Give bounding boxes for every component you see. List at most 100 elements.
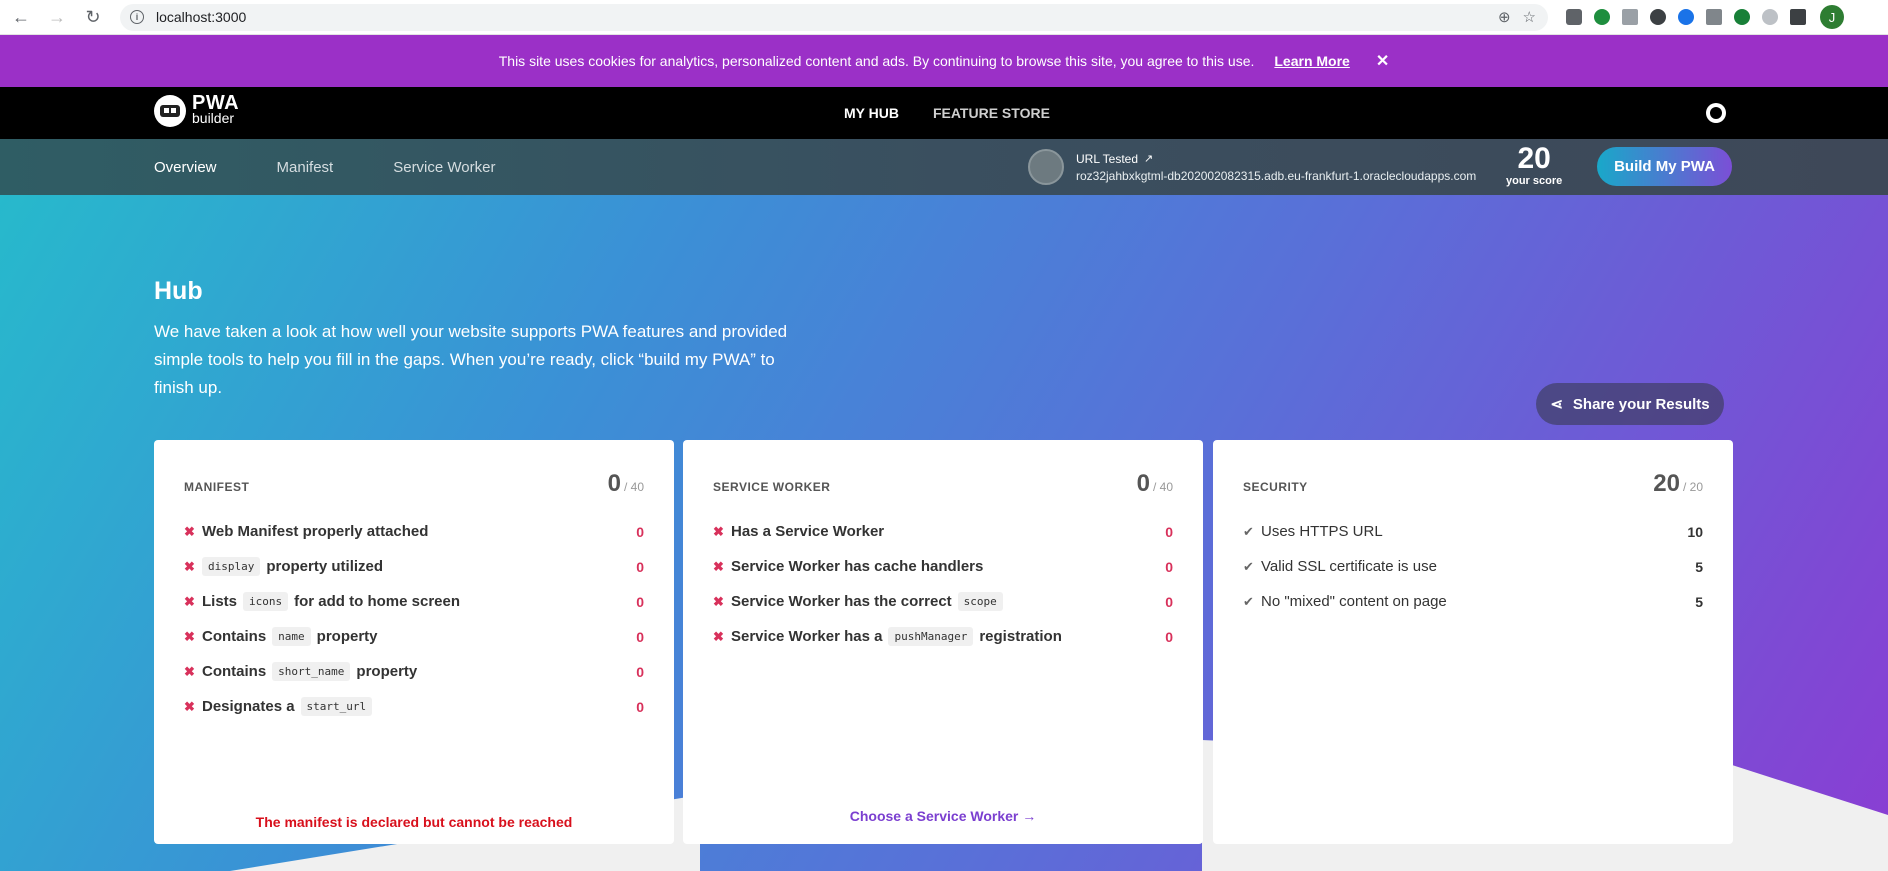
- item-text: No "mixed" content on page: [1261, 593, 1447, 610]
- extension-icon[interactable]: [1734, 9, 1750, 25]
- url-tested-label: URL Tested: [1076, 151, 1139, 166]
- logo-icon: [154, 95, 186, 127]
- item-text: registration: [979, 628, 1062, 645]
- check-icon: ✔: [1243, 558, 1254, 574]
- extension-icon[interactable]: [1594, 9, 1610, 25]
- list-item: ✖ Service Worker has a pushManager registra…: [713, 619, 1173, 654]
- item-text: property: [316, 628, 378, 645]
- fail-icon: ✖: [184, 558, 195, 574]
- list-item: ✖ Contains name property 0: [184, 619, 644, 654]
- info-icon[interactable]: i: [130, 10, 144, 24]
- item-text: property: [356, 663, 418, 680]
- extension-icon[interactable]: [1622, 9, 1638, 25]
- forward-icon[interactable]: →: [42, 2, 72, 32]
- github-icon[interactable]: [1706, 103, 1726, 123]
- tab-overview[interactable]: Overview: [154, 159, 217, 176]
- item-points: 0: [636, 628, 644, 645]
- reload-icon[interactable]: ↻: [78, 2, 108, 32]
- item-text: Lists: [202, 593, 238, 610]
- list-item: ✔ No "mixed" content on page 5: [1243, 584, 1703, 619]
- item-points: 0: [636, 663, 644, 680]
- service-worker-checklist: ✖ Has a Service Worker 0 ✖ Service Worker ha…: [713, 514, 1173, 654]
- item-text: property utilized: [266, 558, 384, 575]
- tab-manifest[interactable]: Manifest: [277, 159, 334, 176]
- learn-more-link[interactable]: Learn More: [1274, 53, 1349, 69]
- site-thumbnail: [1028, 149, 1064, 185]
- list-item: ✖ Designates a start_url 0: [184, 689, 644, 724]
- share-results-label: Share your Results: [1572, 395, 1710, 413]
- item-points: 10: [1687, 523, 1703, 540]
- extension-icons: [1566, 9, 1806, 25]
- card-score: 0/ 40: [607, 470, 644, 497]
- url-tested-value: roz32jahbxkgtml-db202002082315.adb.eu-fr…: [1076, 168, 1477, 183]
- fail-icon: ✖: [184, 628, 195, 644]
- extension-icon[interactable]: [1706, 9, 1722, 25]
- item-text: Valid SSL certificate is use: [1261, 558, 1437, 575]
- build-my-pwa-button[interactable]: Build My PWA: [1597, 147, 1732, 186]
- check-icon: ✔: [1243, 593, 1254, 609]
- item-points: 5: [1695, 593, 1703, 610]
- item-code: display: [202, 557, 261, 576]
- security-card: SECURITY 20/ 20 ✔ Uses HTTPS URL 10 ✔ Valid …: [1213, 440, 1733, 844]
- extension-icon[interactable]: [1650, 9, 1666, 25]
- pwa-builder-logo[interactable]: PWA builder: [154, 93, 239, 127]
- item-text: Has a Service Worker: [731, 523, 885, 540]
- your-score: 20 your score: [1506, 142, 1563, 188]
- fail-icon: ✖: [184, 593, 195, 609]
- nav-my-hub[interactable]: MY HUB: [844, 105, 899, 121]
- item-text: Service Worker has the correct: [731, 593, 952, 610]
- item-text: Contains: [202, 628, 267, 645]
- address-bar[interactable]: i localhost:3000 ⊕ ☆: [120, 3, 1548, 31]
- list-item: ✖ Has a Service Worker 0: [713, 514, 1173, 549]
- extension-icon[interactable]: [1762, 9, 1778, 25]
- close-icon[interactable]: ✕: [1376, 51, 1389, 71]
- item-text: Contains: [202, 663, 267, 680]
- back-icon[interactable]: ←: [6, 2, 36, 32]
- list-item: ✖ Web Manifest properly attached 0: [184, 514, 644, 549]
- item-code: short_name: [272, 662, 351, 681]
- item-points: 0: [636, 593, 644, 610]
- item-text: Service Worker has cache handlers: [731, 558, 984, 575]
- fail-icon: ✖: [184, 698, 195, 714]
- manifest-error-message: The manifest is declared but cannot be r…: [255, 814, 573, 830]
- list-item: ✖ Service Worker has cache handlers 0: [713, 549, 1173, 584]
- fail-icon: ✖: [713, 593, 724, 609]
- zoom-icon[interactable]: ⊕: [1498, 8, 1511, 26]
- tab-service-worker[interactable]: Service Worker: [393, 159, 495, 176]
- url-text: localhost:3000: [156, 9, 247, 25]
- share-results-button[interactable]: ⋖ Share your Results: [1536, 383, 1724, 425]
- fail-icon: ✖: [713, 628, 724, 644]
- hub-description: We have taken a look at how well your we…: [154, 322, 788, 397]
- item-code: icons: [243, 592, 289, 611]
- extension-icon[interactable]: [1566, 9, 1582, 25]
- card-title: MANIFEST: [184, 480, 250, 494]
- score-label: your score: [1506, 175, 1563, 187]
- card-title: SECURITY: [1243, 480, 1308, 494]
- list-item: ✔ Valid SSL certificate is use 5: [1243, 549, 1703, 584]
- extension-icon[interactable]: [1790, 9, 1806, 25]
- check-icon: ✔: [1243, 523, 1254, 539]
- item-text: Designates a: [202, 698, 295, 715]
- item-text: for add to home screen: [294, 593, 461, 610]
- choose-service-worker-link[interactable]: Choose a Service Worker →: [683, 808, 1203, 824]
- profile-avatar[interactable]: J: [1820, 5, 1844, 29]
- logo-text-bottom: builder: [192, 110, 235, 126]
- browser-toolbar: ← → ↻ i localhost:3000 ⊕ ☆ J: [0, 0, 1888, 35]
- card-score: 20/ 20: [1653, 470, 1703, 497]
- extension-icon[interactable]: [1678, 9, 1694, 25]
- item-code: pushManager: [888, 627, 974, 646]
- list-item: ✖ display property utilized 0: [184, 549, 644, 584]
- share-icon: ⋖: [1550, 396, 1563, 413]
- star-icon[interactable]: ☆: [1523, 8, 1536, 26]
- item-points: 0: [636, 558, 644, 575]
- external-link-icon[interactable]: ↗: [1144, 152, 1153, 165]
- service-worker-card: SERVICE WORKER 0/ 40 ✖ Has a Service Work…: [683, 440, 1203, 844]
- item-points: 0: [1165, 593, 1173, 610]
- fail-icon: ✖: [184, 523, 195, 539]
- top-navigation: PWA builder MY HUB FEATURE STORE: [0, 87, 1888, 139]
- cookie-banner: This site uses cookies for analytics, pe…: [0, 35, 1888, 87]
- item-points: 0: [1165, 558, 1173, 575]
- nav-feature-store[interactable]: FEATURE STORE: [933, 105, 1050, 121]
- score-value: 20: [1517, 142, 1551, 175]
- manifest-card: MANIFEST 0/ 40 ✖ Web Manifest properly at…: [154, 440, 674, 844]
